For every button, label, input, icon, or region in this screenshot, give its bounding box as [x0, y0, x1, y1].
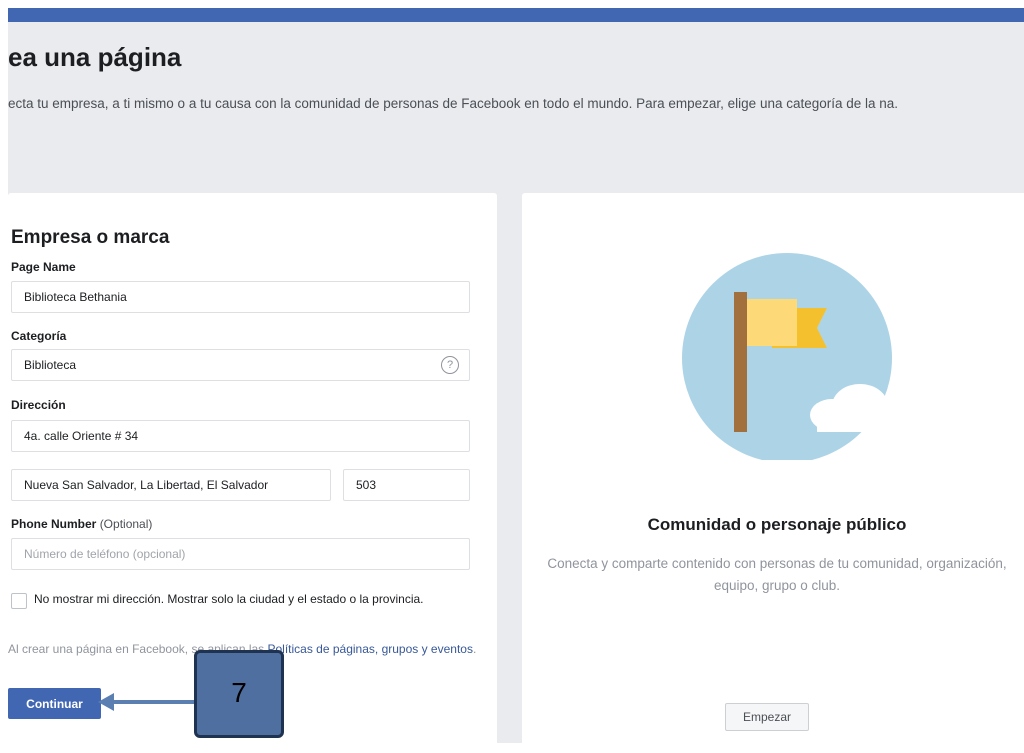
- page-description: ecta tu empresa, a ti mismo o a tu causa…: [8, 96, 899, 111]
- top-navigation-bar: [0, 0, 1024, 22]
- category-label: Categoría: [11, 329, 67, 343]
- phone-label-text: Phone Number: [11, 517, 97, 531]
- flag-illustration-icon: [682, 222, 909, 460]
- community-public-figure-card: Comunidad o personaje público Conecta y …: [522, 193, 1024, 753]
- hide-address-label: No mostrar mi dirección. Mostrar solo la…: [34, 592, 424, 606]
- facebook-blue-bar: [8, 8, 1024, 22]
- city-input[interactable]: Nueva San Salvador, La Libertad, El Salv…: [11, 469, 331, 501]
- section-title: Empresa o marca: [11, 227, 170, 248]
- flag-front: [747, 299, 797, 346]
- policy-suffix: .: [472, 642, 477, 656]
- address-label: Dirección: [11, 398, 66, 412]
- community-description: Conecta y comparte contenido con persona…: [547, 556, 1007, 593]
- cloud-icon: [693, 222, 782, 256]
- continue-button[interactable]: Continuar: [8, 688, 101, 719]
- step-number-callout: 7: [194, 650, 284, 738]
- phone-number-label: Phone Number (Optional): [11, 517, 152, 531]
- zip-code-input[interactable]: 503: [343, 469, 470, 501]
- phone-optional-text: (Optional): [99, 517, 153, 531]
- page-name-input[interactable]: Biblioteca Bethania: [11, 281, 470, 313]
- phone-number-input[interactable]: Número de teléfono (opcional): [11, 538, 470, 570]
- start-button[interactable]: Empezar: [725, 703, 809, 731]
- help-icon[interactable]: ?: [441, 356, 459, 374]
- flag-pole: [734, 292, 747, 432]
- category-value: Biblioteca: [24, 358, 77, 372]
- community-title: Comunidad o personaje público: [647, 515, 907, 534]
- hide-address-checkbox[interactable]: [11, 593, 27, 609]
- policy-link[interactable]: Políticas de páginas, grupos y eventos: [268, 642, 473, 656]
- page-name-label: Page Name: [11, 260, 76, 274]
- category-input[interactable]: Biblioteca ?: [11, 349, 470, 381]
- page-title: ea una página: [8, 42, 182, 72]
- address-input[interactable]: 4a. calle Oriente # 34: [11, 420, 470, 452]
